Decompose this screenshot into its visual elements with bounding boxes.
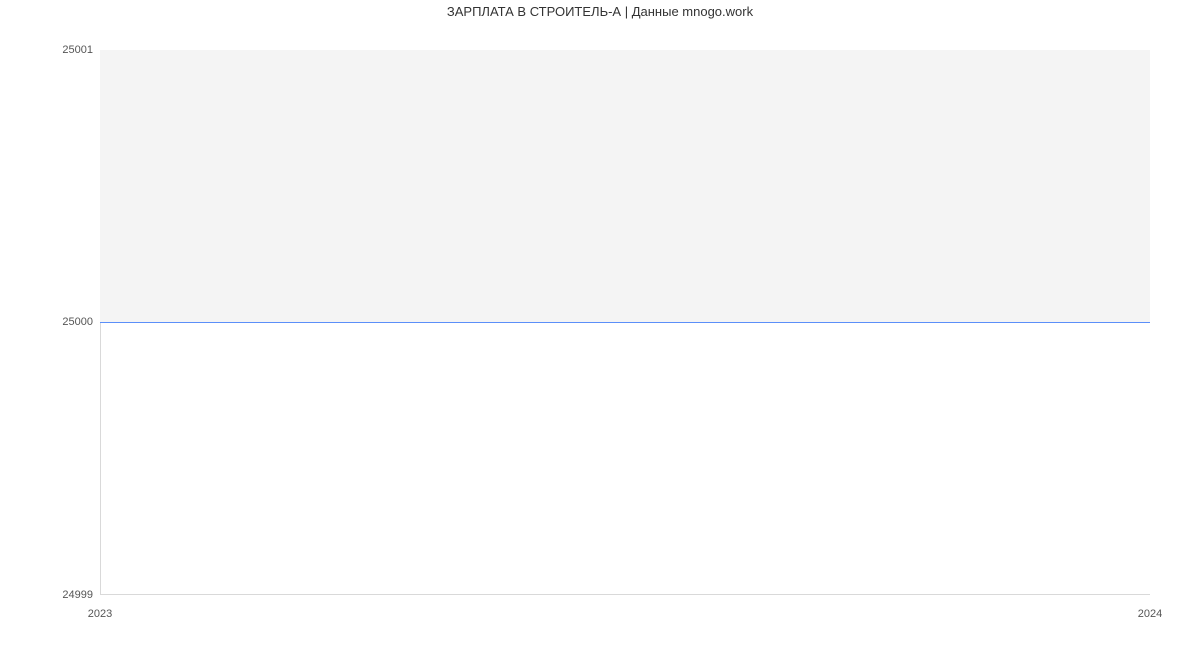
salary-chart: ЗАРПЛАТА В СТРОИТЕЛЬ-А | Данные mnogo.wo… [0, 0, 1200, 650]
chart-title: ЗАРПЛАТА В СТРОИТЕЛЬ-А | Данные mnogo.wo… [0, 4, 1200, 19]
y-tick-mid: 25000 [0, 316, 93, 328]
x-tick-right: 2024 [1130, 608, 1170, 620]
y-tick-top: 25001 [0, 44, 93, 56]
x-tick-left: 2023 [80, 608, 120, 620]
series-line-salary [100, 322, 1150, 323]
y-tick-bottom: 24999 [0, 589, 93, 601]
plot-band-upper [100, 50, 1150, 322]
